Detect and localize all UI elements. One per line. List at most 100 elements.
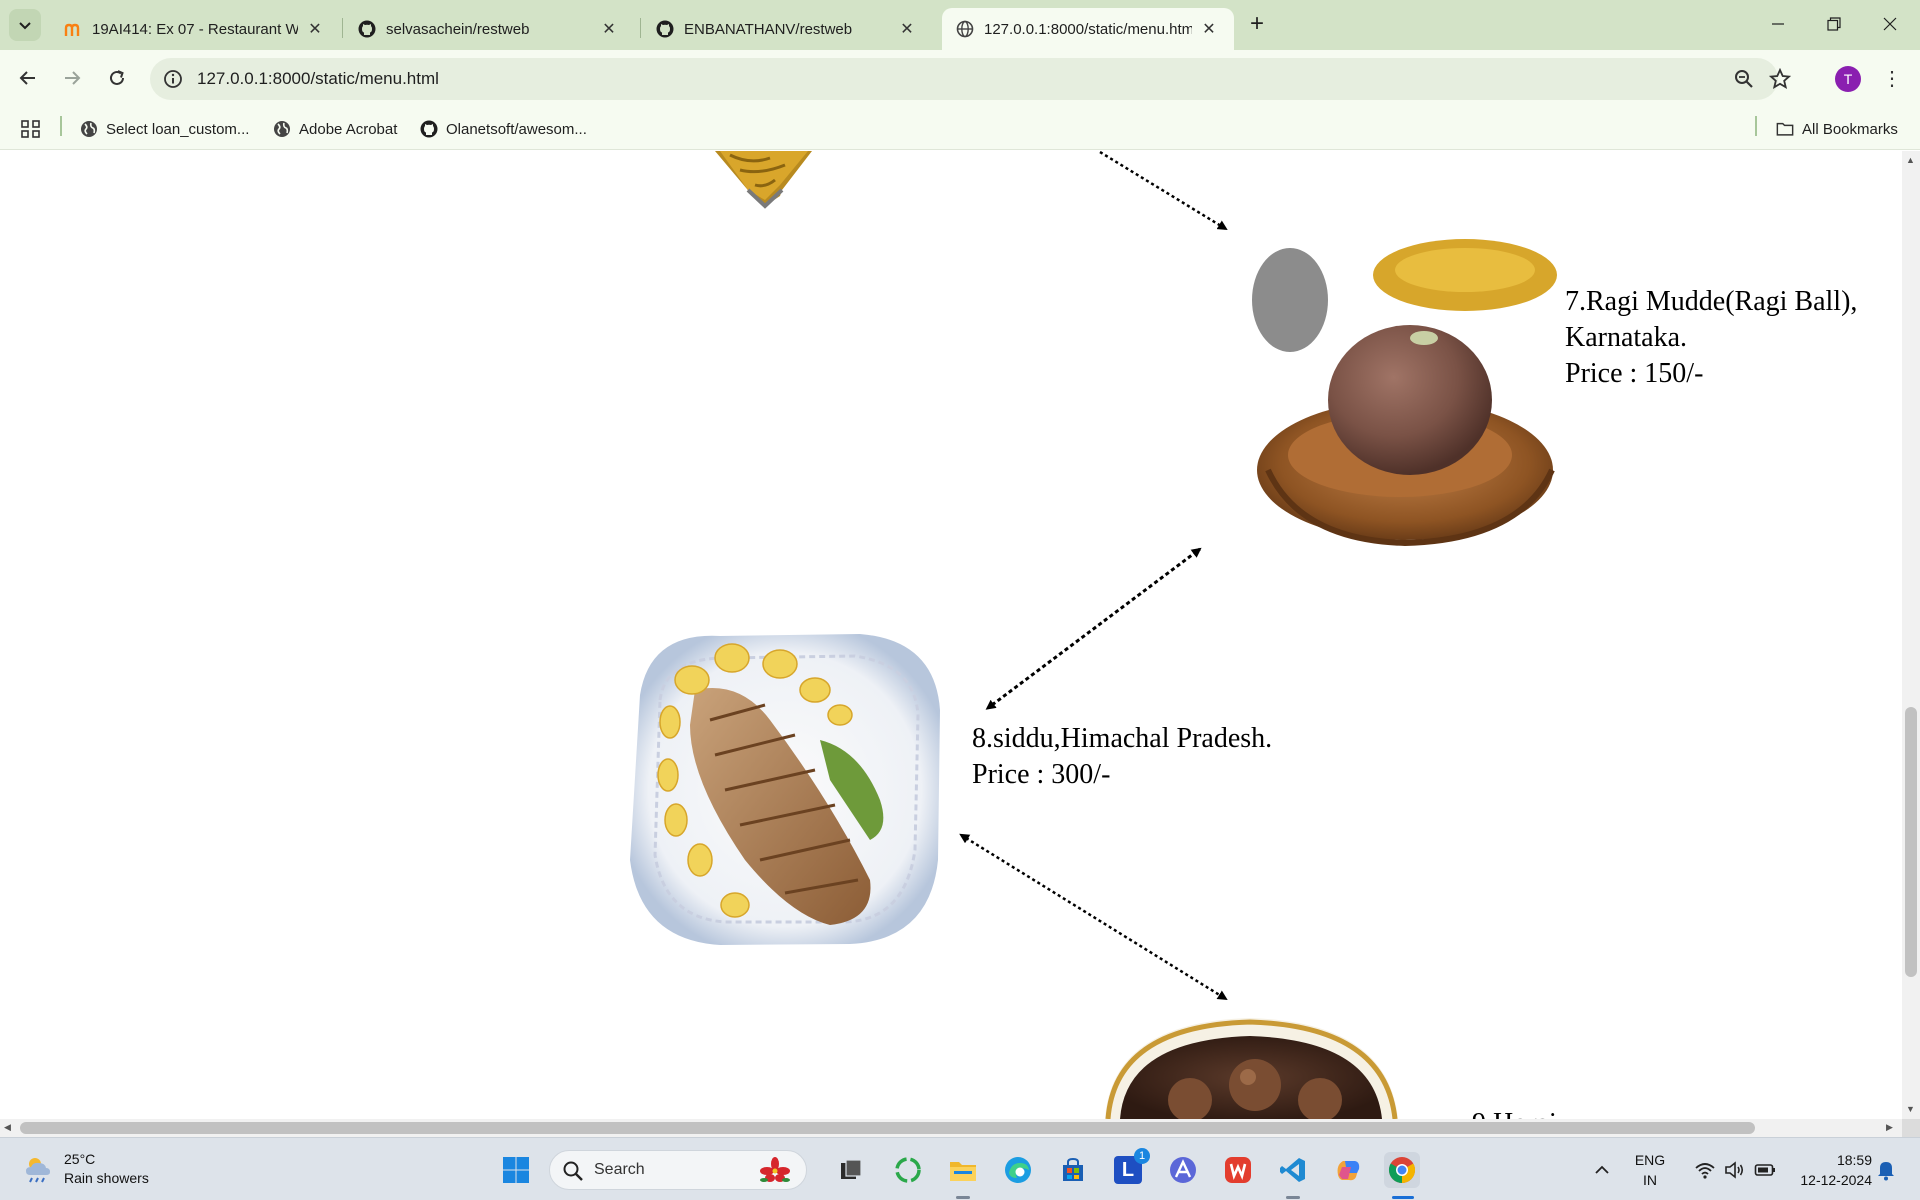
tab-separator [640,18,641,38]
tab-github-selvasachein[interactable]: selvasachein/restweb ✕ [344,8,634,50]
dish-image-ragi-mudde [1252,239,1564,558]
arrow-connector [985,547,1202,710]
tab-moodle[interactable]: 19AI414: Ex 07 - Restaurant We ✕ [50,8,340,50]
close-icon[interactable]: ✕ [598,18,620,40]
minimize-icon [1772,23,1784,25]
site-info-icon[interactable] [162,68,184,90]
browser-menu-button[interactable]: ⋮ [1880,64,1904,94]
taskbar-search[interactable]: Search [549,1150,807,1190]
vscode-icon [1280,1158,1305,1182]
clock-date: 12-12-2024 [1800,1172,1872,1188]
taskbar-app-wps[interactable] [1220,1152,1256,1188]
dish-region: Karnataka. [1565,322,1688,353]
scroll-down-icon[interactable]: ▼ [1906,1104,1915,1114]
taskbar-app-file-explorer[interactable] [945,1152,981,1188]
notifications-button[interactable] [1868,1152,1904,1188]
tab-separator [342,18,343,38]
language-indicator[interactable]: ENG IN [1630,1150,1670,1190]
reload-button[interactable] [101,62,133,94]
browser-toolbar: 127.0.0.1:8000/static/menu.html [0,50,1920,108]
close-window-button[interactable] [1862,0,1918,48]
show-hidden-icons-button[interactable] [1584,1152,1620,1188]
search-icon [563,1161,583,1181]
dish-image-siddu [630,634,940,945]
apps-button[interactable] [20,116,42,142]
taskbar-app-store[interactable] [1055,1152,1091,1188]
system-tray-status[interactable] [1680,1152,1790,1188]
all-bookmarks-button[interactable]: All Bookmarks [1776,116,1898,142]
back-button[interactable] [12,62,44,94]
tab-title: selvasachein/restweb [386,20,530,38]
scroll-left-icon[interactable]: ◀ [4,1122,11,1133]
clock[interactable]: 18:59 12-12-2024 [1780,1150,1876,1190]
running-indicator-active [1392,1196,1414,1199]
dish-image-item9 [1105,1018,1398,1119]
copilot-icon [1337,1161,1360,1181]
horizontal-scrollbar[interactable]: ◀ ▶ [0,1119,1902,1137]
bookmark-star-icon[interactable] [1768,67,1792,91]
dish-name: 9.Horai [1472,1106,1557,1119]
bookmark-item[interactable]: Select loan_custom... [80,116,249,142]
tab-title: 127.0.0.1:8000/static/menu.htm [984,20,1192,38]
dish-name: 7.Ragi Mudde(Ragi Ball), [1565,286,1858,317]
dish-name: 8.siddu,Himachal Pradesh. [972,723,1273,754]
scroll-up-icon[interactable]: ▲ [1906,155,1915,165]
url-text[interactable]: 127.0.0.1:8000/static/menu.html [197,69,439,89]
scroll-thumb[interactable] [1905,707,1917,977]
moodle-icon [64,20,82,38]
start-button[interactable] [498,1152,534,1188]
task-view-button[interactable] [833,1152,869,1188]
all-bookmarks-label: All Bookmarks [1802,120,1898,138]
notification-badge: 1 [1134,1148,1150,1164]
dish-image-item6 [715,151,812,209]
restore-button[interactable] [1806,0,1862,48]
bookmarks-divider [60,116,62,136]
zoom-icon[interactable] [1732,67,1756,91]
close-icon [1883,17,1897,31]
taskbar-app-edge[interactable] [1000,1152,1036,1188]
edge-icon [1005,1157,1031,1183]
address-bar[interactable]: 127.0.0.1:8000/static/menu.html [150,58,1791,100]
taskbar-app-triangle[interactable] [1165,1152,1201,1188]
menu-item-9-text: 9.Horai [1472,1106,1557,1119]
poinsettia-icon [760,1157,790,1182]
taskbar-app-chrome[interactable] [1384,1152,1420,1188]
github-icon [420,120,438,138]
close-icon[interactable]: ✕ [896,18,918,40]
globe-icon [273,120,291,138]
bookmark-label: Select loan_custom... [106,120,250,138]
close-icon[interactable]: ✕ [304,18,326,40]
tab-search-button[interactable] [9,9,41,41]
vertical-scrollbar[interactable]: ▲ ▼ [1902,151,1920,1119]
taskbar-app-copilot[interactable] [1330,1152,1366,1188]
profile-avatar[interactable]: T [1835,66,1861,92]
scroll-thumb[interactable] [20,1122,1755,1134]
weather-widget[interactable]: 25°C Rain showers [22,1150,149,1188]
chrome-icon [1388,1157,1416,1184]
scroll-right-icon[interactable]: ▶ [1886,1122,1893,1133]
chevron-down-icon [19,22,31,30]
arrow-left-icon [19,71,35,85]
close-icon[interactable]: ✕ [1198,18,1220,40]
tab-github-enbanathanv[interactable]: ENBANATHANV/restweb ✕ [642,8,932,50]
menu-item-8-text: 8.siddu,Himachal Pradesh. Price : 300/- [972,721,1272,793]
taskbar-app-refresh[interactable] [890,1152,926,1188]
bookmark-item[interactable]: Adobe Acrobat [273,116,397,142]
task-view-icon [841,1159,862,1179]
new-tab-button[interactable]: + [1243,11,1271,39]
taskbar-app-vscode[interactable] [1275,1152,1311,1188]
bookmark-item[interactable]: Olanetsoft/awesom... [420,116,587,142]
weather-temp: 25°C [64,1151,96,1167]
triangle-app-icon [1170,1157,1196,1183]
minimize-button[interactable] [1750,0,1806,48]
tab-title: 19AI414: Ex 07 - Restaurant We [92,20,298,38]
taskbar-app-l[interactable]: L 1 [1110,1148,1150,1188]
tab-strip: 19AI414: Ex 07 - Restaurant We ✕ selvasa… [0,0,1920,50]
clock-time: 18:59 [1836,1152,1872,1168]
arrow-connector [959,833,1228,1001]
bookmark-label: Olanetsoft/awesom... [446,120,587,138]
folder-icon [1776,120,1794,138]
forward-button[interactable] [56,62,88,94]
tab-menu-page[interactable]: 127.0.0.1:8000/static/menu.htm ✕ [942,8,1234,50]
scrollbar-corner [1902,1119,1920,1137]
